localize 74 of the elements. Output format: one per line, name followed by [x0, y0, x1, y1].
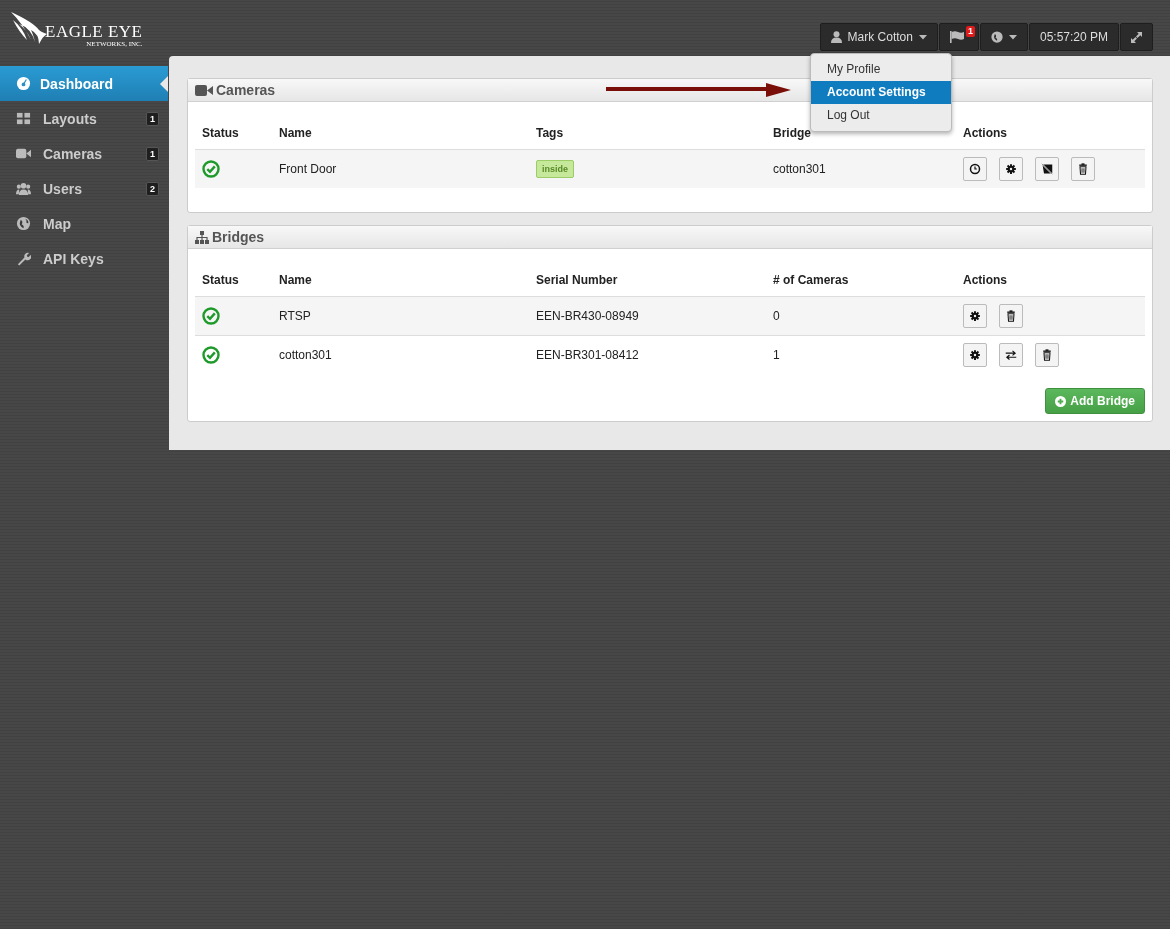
video-camera-icon	[16, 146, 31, 161]
count-badge: 2	[146, 181, 159, 196]
action-button[interactable]	[1035, 157, 1059, 181]
users-icon	[16, 181, 31, 196]
expand-icon	[1131, 31, 1142, 43]
column-header: Status	[201, 272, 240, 287]
gear-icon	[969, 310, 981, 322]
gear-icon	[969, 349, 981, 361]
table-cell: cotton301	[773, 162, 826, 176]
column-header: Status	[201, 125, 240, 140]
logo-text: EAGLE EYE	[45, 23, 143, 40]
panel-title: Bridges	[212, 229, 265, 245]
video-camera-icon	[195, 83, 213, 97]
table-cell: cotton301	[279, 348, 332, 362]
sidebar-item[interactable]: Dashboard	[0, 66, 168, 101]
column-header: Name	[278, 272, 313, 287]
action-button[interactable]	[963, 343, 987, 367]
action-button[interactable]	[963, 304, 987, 328]
swap-arrows-icon	[1005, 349, 1017, 361]
flag-icon	[949, 31, 964, 43]
menu-item[interactable]: Log Out	[811, 104, 951, 127]
user-name: Mark Cotton	[847, 30, 913, 44]
plus-circle-icon	[1055, 395, 1067, 407]
panel-title: Cameras	[216, 82, 276, 98]
count-badge: 1	[146, 111, 159, 126]
menu-item[interactable]: My Profile	[811, 58, 951, 81]
table-cell: EEN-BR301-08412	[536, 348, 639, 362]
table-cell: EEN-BR430-08949	[536, 309, 639, 323]
column-header: Name	[278, 125, 313, 140]
gear-icon	[1005, 163, 1017, 175]
column-header: Serial Number	[535, 272, 619, 287]
action-button[interactable]	[999, 157, 1023, 181]
crossed-screen-icon	[1041, 163, 1053, 175]
dashboard-icon	[16, 76, 31, 91]
table-cell: 1	[773, 348, 780, 362]
sidebar-item[interactable]: API Keys	[0, 241, 168, 276]
grid-icon	[16, 111, 31, 126]
sitemap-icon	[195, 230, 209, 244]
sidebar-item[interactable]: Cameras 1	[0, 136, 168, 171]
sidebar-item[interactable]: Layouts 1	[0, 101, 168, 136]
action-button[interactable]	[1035, 343, 1059, 367]
count-badge: 1	[146, 146, 159, 161]
user-menu-button[interactable]: Mark Cotton	[819, 23, 938, 51]
column-header: Actions	[962, 272, 1008, 287]
caret-icon	[1008, 34, 1017, 40]
alerts-button[interactable]: 1	[938, 23, 979, 51]
trash-icon	[1077, 163, 1089, 175]
action-button[interactable]	[963, 157, 987, 181]
trash-icon	[1005, 310, 1017, 322]
wrench-icon	[16, 251, 31, 266]
menu-item[interactable]: Account Settings	[811, 81, 951, 104]
column-header: Actions	[962, 125, 1008, 140]
caret-icon	[918, 34, 927, 40]
clock-icon	[969, 163, 981, 175]
trash-icon	[1041, 349, 1053, 361]
action-button[interactable]	[999, 343, 1023, 367]
user-icon	[830, 31, 842, 43]
globe-icon	[16, 216, 31, 231]
table-cell: Front Door	[279, 162, 337, 176]
sidebar-item[interactable]: Map	[0, 206, 168, 241]
column-header: Bridge	[772, 125, 812, 140]
globe-menu-button[interactable]	[979, 23, 1028, 51]
clock-time: 05:57:20 PM	[1039, 30, 1108, 44]
table-cell: RTSP	[279, 309, 311, 323]
table-cell: 0	[773, 309, 780, 323]
alert-count-badge: 1	[965, 26, 975, 37]
tag-label: inside	[536, 160, 574, 178]
column-header: # of Cameras	[772, 272, 850, 287]
fullscreen-button[interactable]	[1120, 23, 1153, 51]
action-button[interactable]	[1071, 157, 1095, 181]
column-header: Tags	[535, 125, 565, 140]
globe-icon	[990, 31, 1003, 43]
sidebar-item[interactable]: Users 2	[0, 171, 168, 206]
action-button[interactable]	[999, 304, 1023, 328]
